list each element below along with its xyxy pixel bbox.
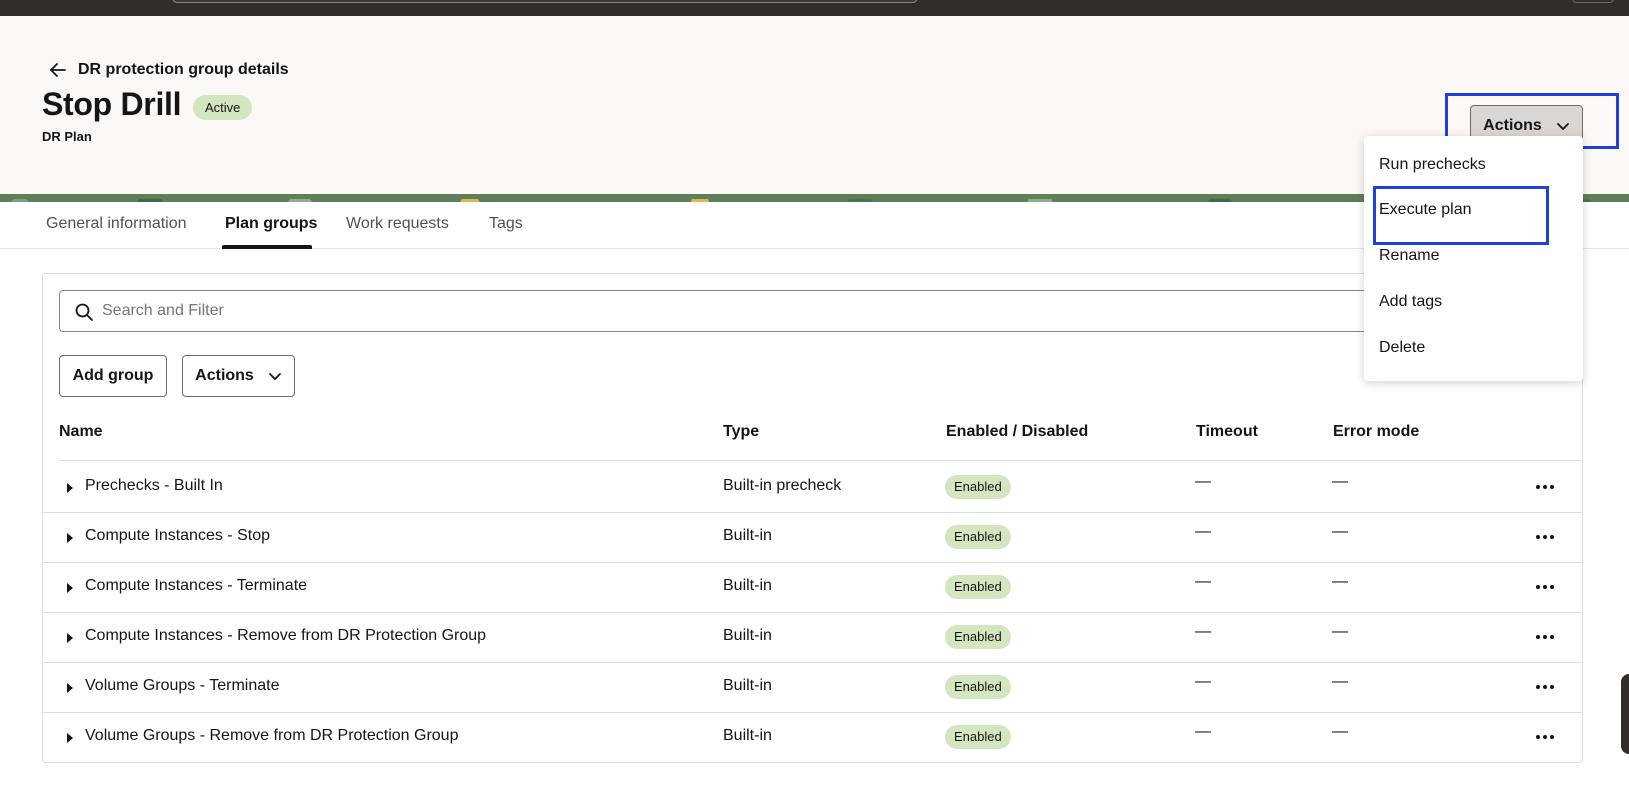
kebab-menu-icon[interactable] <box>1533 678 1557 696</box>
row-error-mode: — <box>1332 573 1348 590</box>
table-row[interactable]: Compute Instances - Terminate Built-in E… <box>43 563 1582 613</box>
row-type: Built-in <box>723 727 772 744</box>
table-row[interactable]: Volume Groups - Remove from DR Protectio… <box>43 713 1582 763</box>
caret-right-icon[interactable] <box>67 583 73 593</box>
enabled-badge: Enabled <box>945 575 1011 599</box>
row-timeout: — <box>1195 673 1211 690</box>
row-timeout: — <box>1195 473 1211 490</box>
active-tab-indicator <box>222 245 312 249</box>
row-error-mode: — <box>1332 723 1348 740</box>
search-filter-box[interactable] <box>59 290 1564 332</box>
menu-item-run-prechecks[interactable]: Run prechecks <box>1379 156 1486 174</box>
column-header-enabled[interactable]: Enabled / Disabled <box>946 423 1088 441</box>
enabled-badge: Enabled <box>945 475 1011 499</box>
menu-item-delete[interactable]: Delete <box>1379 339 1425 357</box>
row-error-mode: — <box>1332 473 1348 490</box>
chevron-down-icon <box>1556 123 1569 130</box>
caret-right-icon[interactable] <box>67 533 73 543</box>
caret-right-icon[interactable] <box>67 733 73 743</box>
table-row[interactable]: Compute Instances - Remove from DR Prote… <box>43 613 1582 663</box>
page-title: Stop Drill <box>42 86 182 122</box>
row-type: Built-in <box>723 577 772 594</box>
kebab-menu-icon[interactable] <box>1533 528 1557 546</box>
add-group-label: Add group <box>72 367 154 384</box>
kebab-menu-icon[interactable] <box>1533 478 1557 496</box>
table-body: Prechecks - Built In Built-in precheck E… <box>43 463 1582 763</box>
row-error-mode: — <box>1332 673 1348 690</box>
caret-right-icon[interactable] <box>67 633 73 643</box>
add-group-button[interactable]: Add group <box>59 355 167 397</box>
row-name: Compute Instances - Terminate <box>85 577 308 594</box>
table-row[interactable]: Prechecks - Built In Built-in precheck E… <box>43 463 1582 513</box>
row-type: Built-in <box>723 527 772 544</box>
menu-item-add-tags[interactable]: Add tags <box>1379 293 1442 311</box>
back-link-label: DR protection group details <box>78 61 289 78</box>
search-input[interactable] <box>102 299 1542 323</box>
top-right-control[interactable] <box>1572 0 1614 3</box>
row-error-mode: — <box>1332 623 1348 640</box>
tab-tags[interactable]: Tags <box>489 215 523 233</box>
plan-groups-panel: Add group Actions Name Type Enabled / Di… <box>42 273 1583 763</box>
search-icon <box>75 303 93 321</box>
kebab-menu-icon[interactable] <box>1533 628 1557 646</box>
chevron-down-icon <box>268 373 281 380</box>
column-header-type[interactable]: Type <box>723 423 759 441</box>
tab-plan-groups[interactable]: Plan groups <box>225 215 317 233</box>
row-name: Volume Groups - Terminate <box>85 677 280 694</box>
execute-plan-highlight <box>1373 186 1549 245</box>
table-row[interactable]: Volume Groups - Terminate Built-in Enabl… <box>43 663 1582 713</box>
arrow-left-icon <box>50 63 66 77</box>
row-error-mode: — <box>1332 523 1348 540</box>
actions-dropdown-menu: Run prechecks Execute plan Rename Add ta… <box>1364 136 1583 381</box>
status-badge: Active <box>193 95 253 120</box>
column-header-error-mode[interactable]: Error mode <box>1333 423 1419 441</box>
enabled-badge: Enabled <box>945 725 1011 749</box>
row-timeout: — <box>1195 723 1211 740</box>
table-actions-button[interactable]: Actions <box>182 355 295 397</box>
top-navigation-bar <box>0 0 1629 16</box>
global-search-box[interactable] <box>172 0 918 3</box>
enabled-badge: Enabled <box>945 625 1011 649</box>
page-subtitle: DR Plan <box>42 129 92 144</box>
row-name: Compute Instances - Stop <box>85 527 270 544</box>
enabled-badge: Enabled <box>945 675 1011 699</box>
row-type: Built-in <box>723 677 772 694</box>
row-timeout: — <box>1195 523 1211 540</box>
kebab-menu-icon[interactable] <box>1533 728 1557 746</box>
menu-item-rename[interactable]: Rename <box>1379 247 1439 265</box>
caret-right-icon[interactable] <box>67 683 73 693</box>
row-timeout: — <box>1195 573 1211 590</box>
row-type: Built-in precheck <box>723 477 842 494</box>
tab-general-information[interactable]: General information <box>46 215 187 233</box>
row-timeout: — <box>1195 623 1211 640</box>
column-header-name[interactable]: Name <box>59 423 103 441</box>
enabled-badge: Enabled <box>945 525 1011 549</box>
row-name: Prechecks - Built In <box>85 477 223 494</box>
caret-right-icon[interactable] <box>67 483 73 493</box>
row-name: Compute Instances - Remove from DR Prote… <box>85 627 487 644</box>
back-link[interactable]: DR protection group details <box>48 60 289 80</box>
table-row[interactable]: Compute Instances - Stop Built-in Enable… <box>43 513 1582 563</box>
side-help-tab[interactable] <box>1621 674 1629 754</box>
row-type: Built-in <box>723 627 772 644</box>
kebab-menu-icon[interactable] <box>1533 578 1557 596</box>
table-header: Name Type Enabled / Disabled Timeout Err… <box>59 423 1583 461</box>
header-actions-label: Actions <box>1483 117 1542 134</box>
column-header-timeout[interactable]: Timeout <box>1196 423 1258 441</box>
row-name: Volume Groups - Remove from DR Protectio… <box>85 727 459 744</box>
table-actions-label: Actions <box>195 367 254 384</box>
tab-work-requests[interactable]: Work requests <box>346 215 449 233</box>
